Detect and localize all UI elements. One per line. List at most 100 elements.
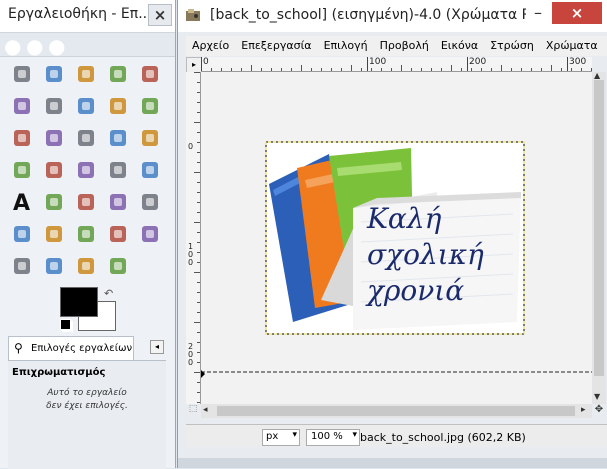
- blend-tool-icon[interactable]: [74, 190, 98, 214]
- menu-item[interactable]: Προβολή: [374, 36, 435, 52]
- greeting-line-1: Καλή: [366, 202, 442, 235]
- hruler-label: 100: [369, 57, 387, 67]
- quick-menu-arrow-icon[interactable]: ▸: [186, 57, 202, 73]
- color-picker-tool-icon[interactable]: [106, 94, 130, 118]
- tool-options-heading: Επιχρωματισμός: [12, 367, 106, 378]
- default-colors-icon[interactable]: [60, 319, 71, 330]
- cage-transform-tool-icon[interactable]: [138, 158, 162, 182]
- hruler-label: 0: [203, 57, 209, 67]
- paths-tool-icon[interactable]: [74, 94, 98, 118]
- vertical-scrollbar[interactable]: ▲ ▼: [592, 71, 606, 404]
- unit-select[interactable]: px ▾: [262, 429, 300, 446]
- scale-tool-icon[interactable]: [10, 158, 34, 182]
- menubar: Αρχείο Επεξεργασία Επιλογή Προβολή Εικόνα Στρ…: [186, 36, 607, 56]
- desktop-strip: [178, 458, 607, 468]
- heal-tool-icon[interactable]: [138, 222, 162, 246]
- horizontal-ruler[interactable]: 0 100 200 300: [201, 57, 592, 72]
- greeting-line-2: σχολική: [367, 238, 484, 271]
- vruler-label: 2 0 0: [188, 342, 194, 367]
- dock-menu-arrow-icon[interactable]: ◂: [150, 340, 164, 354]
- smudge-tool-icon[interactable]: [74, 254, 98, 278]
- scroll-right-icon[interactable]: ▸: [581, 405, 586, 415]
- menu-item[interactable]: Επεξεργασία: [235, 36, 317, 52]
- chevron-down-icon: ▾: [292, 430, 297, 440]
- hruler-label: 300: [569, 57, 587, 67]
- move-tool-icon[interactable]: [42, 126, 66, 150]
- scroll-down-icon[interactable]: ▼: [594, 392, 600, 401]
- no-options-line-2: δεν έχει επιλογές.: [46, 401, 128, 411]
- scroll-left-icon[interactable]: ◂: [203, 405, 208, 415]
- rotate-tool-icon[interactable]: [138, 126, 162, 150]
- menu-item[interactable]: Χρώματα: [540, 36, 604, 52]
- close-button[interactable]: ×: [552, 2, 602, 24]
- dodge-burn-tool-icon[interactable]: [106, 254, 130, 278]
- image-window: [back_to_school] (εισηγμένη)-4.0 (Χρώματ…: [177, 0, 607, 468]
- no-options-line-1: Αυτό το εργαλείο: [47, 388, 127, 398]
- tool-options-panel: Επιχρωματισμός Αυτό το εργαλείο δεν έχει…: [8, 360, 166, 469]
- no-options-message: Αυτό το εργαλείο δεν έχει επιλογές.: [8, 387, 166, 413]
- free-select-tool-icon[interactable]: [74, 62, 98, 86]
- zoom-value: 100 %: [311, 431, 343, 442]
- eraser-tool-icon[interactable]: [10, 222, 34, 246]
- toolbox-window: Εργαλειοθήκη - Επ... × ● ● ● A ↶ ⚲ Επιλο…: [0, 0, 176, 469]
- greeting-line-3: χρονιά: [365, 274, 464, 307]
- wilber-eye-icon: ●: [4, 34, 22, 58]
- chevron-down-icon: ▾: [352, 430, 357, 440]
- scroll-up-icon[interactable]: ▲: [594, 71, 600, 80]
- text-tool-icon[interactable]: A: [10, 190, 34, 216]
- status-text: back_to_school.jpg (602,2 KB): [360, 431, 526, 444]
- blur-tool-icon[interactable]: [42, 254, 66, 278]
- ellipse-select-tool-icon[interactable]: [42, 62, 66, 86]
- image-canvas[interactable]: Καλή σχολική χρονιά: [201, 72, 592, 404]
- menu-item[interactable]: Εικόνα: [435, 36, 484, 52]
- gimp-app-icon: [186, 9, 200, 21]
- foreground-select-tool-icon[interactable]: [42, 94, 66, 118]
- select-by-color-tool-icon[interactable]: [138, 62, 162, 86]
- unit-value: px: [266, 431, 279, 442]
- image-artwork: Καλή σχολική χρονιά: [201, 141, 592, 378]
- menu-item[interactable]: Επιλογή: [318, 36, 374, 52]
- menu-item[interactable]: Αρχείο: [186, 36, 235, 52]
- horizontal-scrollbar[interactable]: ◂ ▸: [201, 404, 592, 418]
- measure-tool-icon[interactable]: [10, 126, 34, 150]
- vertical-scroll-thumb[interactable]: [594, 80, 604, 376]
- flip-tool-icon[interactable]: [106, 158, 130, 182]
- toolbox-close-button[interactable]: ×: [148, 4, 172, 26]
- bucket-fill-tool-icon[interactable]: [42, 190, 66, 214]
- foreground-color-swatch[interactable]: [60, 287, 98, 317]
- paintbrush-tool-icon[interactable]: [138, 190, 162, 214]
- svg-text:A: A: [13, 191, 30, 214]
- zoom-select[interactable]: 100 % ▾: [306, 429, 360, 446]
- zoom-tool-icon[interactable]: [138, 94, 162, 118]
- guide-pointer-icon: [201, 370, 205, 378]
- tab-tool-options[interactable]: ⚲ Επιλογές εργαλείων: [8, 336, 134, 361]
- scissors-select-tool-icon[interactable]: [10, 94, 34, 118]
- horizontal-scroll-thumb[interactable]: [217, 406, 575, 416]
- menu-item[interactable]: Στρώση: [484, 36, 540, 52]
- toolbox-title: Εργαλειοθήκη - Επ...: [8, 6, 152, 22]
- wilber-drop-area[interactable]: ● ● ●: [0, 33, 175, 58]
- fuzzy-select-tool-icon[interactable]: [106, 62, 130, 86]
- clone-tool-icon[interactable]: [106, 222, 130, 246]
- swap-colors-icon[interactable]: ↶: [104, 287, 113, 300]
- align-tool-icon[interactable]: [74, 126, 98, 150]
- wilber-eye-icon: ●: [48, 34, 66, 58]
- image-window-title: [back_to_school] (εισηγμένη)-4.0 (Χρώματ…: [210, 7, 526, 23]
- minimize-button[interactable]: –: [528, 5, 548, 22]
- perspective-clone-tool-icon[interactable]: [10, 254, 34, 278]
- wilber-eye-icon: ●: [26, 34, 44, 58]
- toolbox-titlebar[interactable]: Εργαλειοθήκη - Επ... ×: [0, 0, 175, 33]
- quick-mask-toggle-icon[interactable]: ⬚: [186, 404, 200, 418]
- color-area: ↶: [60, 287, 118, 331]
- crop-tool-icon[interactable]: [106, 126, 130, 150]
- perspective-tool-icon[interactable]: [74, 158, 98, 182]
- pencil-tool-icon[interactable]: [106, 190, 130, 214]
- rect-select-tool-icon[interactable]: [10, 62, 34, 86]
- vertical-ruler[interactable]: 0 1 0 0 2 0 0: [186, 72, 201, 404]
- ink-tool-icon[interactable]: [74, 222, 98, 246]
- image-window-titlebar[interactable]: [back_to_school] (εισηγμένη)-4.0 (Χρώματ…: [178, 0, 607, 32]
- navigate-icon[interactable]: ✥: [592, 404, 606, 418]
- airbrush-tool-icon[interactable]: [42, 222, 66, 246]
- statusbar: px ▾ 100 % ▾ back_to_school.jpg (602,2 K…: [186, 424, 607, 447]
- shear-tool-icon[interactable]: [42, 158, 66, 182]
